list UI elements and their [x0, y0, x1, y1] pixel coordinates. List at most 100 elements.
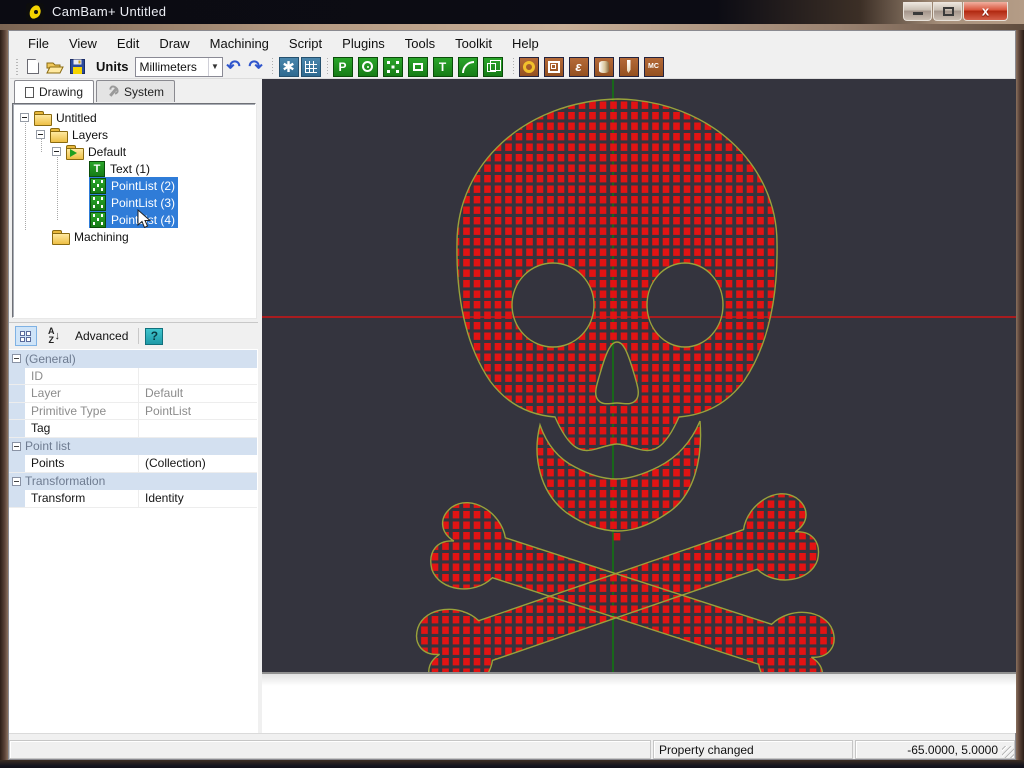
- selected-highlight: PointList (3): [89, 194, 178, 211]
- pointlist-object-icon: [90, 195, 106, 211]
- draw-text-button[interactable]: T: [433, 57, 453, 77]
- save-file-icon: [70, 59, 85, 74]
- units-combobox[interactable]: Millimeters ▼: [135, 57, 223, 77]
- status-message: Property changed: [653, 740, 853, 759]
- alphabetical-sort-button[interactable]: A Z ↓: [43, 326, 65, 346]
- drill-bit-button[interactable]: [619, 57, 639, 77]
- profile-operation-button[interactable]: [594, 57, 614, 77]
- maximize-button[interactable]: [933, 2, 962, 21]
- property-value[interactable]: Identity: [139, 491, 257, 505]
- collapse-icon[interactable]: [20, 113, 29, 122]
- menu-file[interactable]: File: [18, 33, 59, 54]
- property-name: Primitive Type: [25, 403, 139, 420]
- minimize-button[interactable]: [903, 2, 932, 21]
- menu-tools[interactable]: Tools: [395, 33, 445, 54]
- tree-item-default-layer[interactable]: Default: [52, 143, 126, 160]
- categorized-button[interactable]: [15, 326, 37, 346]
- show-grid-button[interactable]: [300, 56, 322, 77]
- help-button[interactable]: ?: [145, 328, 163, 345]
- property-toolbar: A Z ↓ Advanced ?: [9, 323, 258, 349]
- tree-item-pointlist-2[interactable]: PointList (2): [89, 177, 178, 194]
- collapse-icon[interactable]: [12, 477, 21, 486]
- menu-view[interactable]: View: [59, 33, 107, 54]
- collapse-icon[interactable]: [12, 442, 21, 451]
- tree-connector: [57, 152, 58, 220]
- category-general[interactable]: (General): [9, 350, 257, 368]
- menu-script[interactable]: Script: [279, 33, 332, 54]
- tree-item-text-1[interactable]: T Text (1): [89, 160, 150, 177]
- mouse-cursor: [137, 209, 151, 230]
- canvas-lower-area[interactable]: [262, 674, 1016, 733]
- property-name: ID: [25, 368, 139, 385]
- collapse-icon[interactable]: [36, 130, 45, 139]
- menu-edit[interactable]: Edit: [107, 33, 149, 54]
- draw-surface-button[interactable]: [483, 57, 503, 77]
- pointlist-object-icon: [90, 178, 106, 194]
- collapse-icon[interactable]: [12, 354, 21, 363]
- close-icon: x: [982, 4, 989, 19]
- category-transformation[interactable]: Transformation: [9, 473, 257, 491]
- profile-icon: [599, 61, 609, 73]
- engrave-operation-button[interactable]: ε: [569, 57, 589, 77]
- menu-plugins[interactable]: Plugins: [332, 33, 395, 54]
- pocket-operation-button[interactable]: [544, 57, 564, 77]
- property-row-primitive-type[interactable]: Primitive Type PointList: [9, 403, 257, 421]
- menu-draw[interactable]: Draw: [149, 33, 199, 54]
- pointlist-object-icon: [90, 212, 106, 228]
- tree-item-label: Text (1): [110, 162, 150, 176]
- close-button[interactable]: x: [963, 2, 1008, 21]
- property-value[interactable]: Default: [139, 386, 257, 400]
- machining-ops-button[interactable]: MC: [644, 57, 664, 77]
- toolbar-grip[interactable]: [16, 59, 18, 75]
- tab-drawing[interactable]: Drawing: [14, 80, 94, 103]
- property-row-points[interactable]: Points (Collection): [9, 455, 257, 473]
- property-row-transform[interactable]: Transform Identity: [9, 490, 257, 508]
- menu-toolkit[interactable]: Toolkit: [445, 33, 502, 54]
- drawing-canvas[interactable]: [262, 79, 1016, 672]
- tree-item-pointlist-3[interactable]: PointList (3): [89, 194, 178, 211]
- bottom-splitter[interactable]: [9, 733, 1015, 740]
- tree-item-machining[interactable]: Machining: [52, 228, 129, 245]
- redo-button[interactable]: ↷: [245, 56, 267, 77]
- show-axes-button[interactable]: ✱: [278, 56, 300, 77]
- stray-point: [614, 533, 621, 540]
- draw-arc-button[interactable]: [458, 57, 478, 77]
- save-file-button[interactable]: [66, 56, 88, 77]
- property-row-layer[interactable]: Layer Default: [9, 385, 257, 403]
- menu-machining[interactable]: Machining: [200, 33, 279, 54]
- property-value[interactable]: PointList: [139, 404, 257, 418]
- menu-bar: File View Edit Draw Machining Script Plu…: [10, 32, 1014, 55]
- tree-item-label: PointList (2): [111, 179, 175, 193]
- title-bar[interactable]: CamBam+ Untitled x: [0, 0, 1024, 24]
- draw-pointlist-button[interactable]: [383, 57, 403, 77]
- selected-highlight: PointList (2): [89, 177, 178, 194]
- menu-help[interactable]: Help: [502, 33, 549, 54]
- drill-operation-button[interactable]: [519, 57, 539, 77]
- category-point-list[interactable]: Point list: [9, 438, 257, 456]
- pointlist-icon: [387, 61, 399, 73]
- property-row-tag[interactable]: Tag: [9, 420, 257, 438]
- tree-item-layers[interactable]: Layers: [36, 126, 108, 143]
- cambam-logo-icon: [26, 3, 44, 21]
- property-value[interactable]: (Collection): [139, 456, 257, 470]
- tree-item-untitled[interactable]: Untitled: [20, 109, 97, 126]
- new-file-button[interactable]: [22, 56, 44, 77]
- property-name: Layer: [25, 385, 139, 402]
- tab-system[interactable]: System: [96, 80, 175, 102]
- property-row-id[interactable]: ID: [9, 368, 257, 386]
- rectangle-icon: [413, 63, 423, 71]
- collapse-icon[interactable]: [52, 147, 61, 156]
- draw-polyline-button[interactable]: P: [333, 57, 353, 77]
- open-file-button[interactable]: [44, 56, 66, 77]
- draw-circle-button[interactable]: [358, 57, 378, 77]
- advanced-button[interactable]: Advanced: [71, 329, 132, 343]
- chevron-down-icon[interactable]: ▼: [208, 58, 222, 76]
- property-name: Points: [25, 455, 139, 472]
- resize-grip[interactable]: [1002, 746, 1014, 758]
- draw-rectangle-button[interactable]: [408, 57, 428, 77]
- tree-item-pointlist-4[interactable]: PointList (4): [89, 211, 178, 228]
- category-label: Transformation: [25, 474, 105, 488]
- text-object-icon: T: [89, 161, 105, 177]
- open-file-icon: [46, 60, 64, 74]
- undo-button[interactable]: ↶: [223, 56, 245, 77]
